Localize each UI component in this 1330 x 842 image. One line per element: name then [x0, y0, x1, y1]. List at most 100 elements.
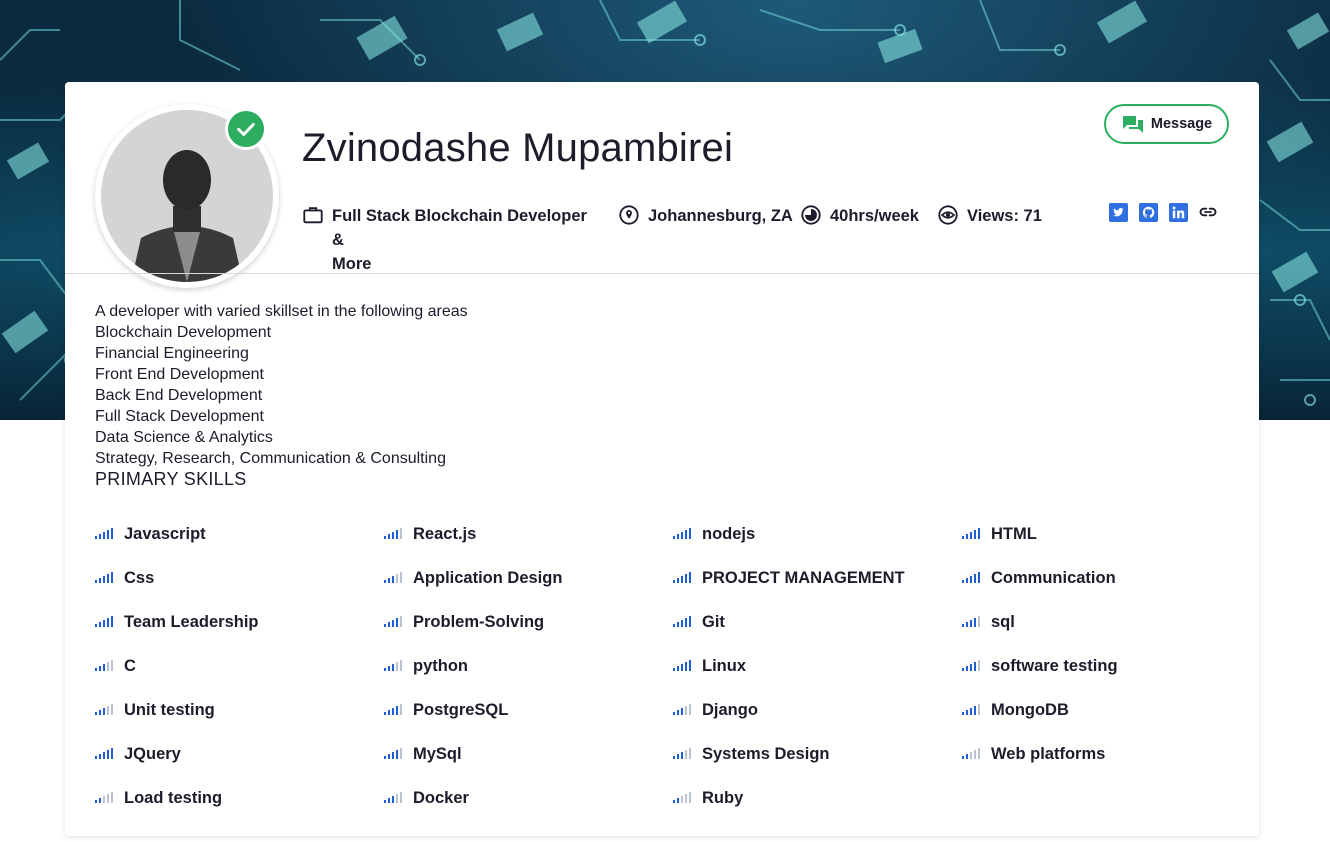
skills-grid: Javascript React.js nodejs HTML Css Applicati…: [95, 512, 1255, 820]
skill-level-icon: [673, 748, 693, 759]
skill-level-icon: [673, 528, 693, 539]
skill-level-icon: [673, 704, 693, 715]
profile-card: Zvinodashe Mupambirei Full Stack Blockch…: [65, 82, 1259, 836]
skill-level-icon: [962, 748, 982, 759]
skill-level-icon: [384, 528, 404, 539]
skills-heading: PRIMARY SKILLS: [95, 469, 247, 489]
bio-line: A developer with varied skillset in the …: [95, 303, 468, 320]
skill-name: HTML: [991, 524, 1037, 543]
skill-name: PROJECT MANAGEMENT: [702, 568, 905, 587]
skill-item: Javascript: [95, 512, 384, 556]
skill-level-icon: [962, 528, 982, 539]
skill-name: Communication: [991, 568, 1116, 587]
twitter-icon[interactable]: [1108, 202, 1128, 222]
availability: 40hrs/week: [800, 204, 919, 228]
job-title-line-2: More: [332, 255, 372, 273]
briefcase-icon: [302, 204, 324, 226]
skill-item: software testing: [962, 644, 1251, 688]
profile-views: Views: 71: [937, 204, 1042, 228]
skill-level-icon: [962, 572, 982, 583]
skill-item: Unit testing: [95, 688, 384, 732]
skill-name: Ruby: [702, 788, 744, 807]
skill-name: Docker: [413, 788, 469, 807]
skill-item: C: [95, 644, 384, 688]
skill-item: Git: [673, 600, 962, 644]
skill-item: Systems Design: [673, 732, 962, 776]
skill-level-icon: [95, 704, 115, 715]
skill-level-icon: [962, 660, 982, 671]
message-button-label: Message: [1150, 116, 1213, 132]
skill-level-icon: [673, 572, 693, 583]
skill-level-icon: [384, 572, 404, 583]
skill-level-icon: [95, 748, 115, 759]
bio: A developer with varied skillset in the …: [95, 301, 795, 469]
skill-name: nodejs: [702, 524, 756, 543]
skill-item: MongoDB: [962, 688, 1251, 732]
skill-name: Web platforms: [991, 744, 1106, 763]
skill-item: Docker: [384, 776, 673, 820]
views-text: Views: 71: [967, 207, 1042, 225]
skill-level-icon: [384, 616, 404, 627]
skill-item: Communication: [962, 556, 1251, 600]
link-icon[interactable]: [1198, 202, 1218, 222]
job-title-line-1: Full Stack Blockchain Developer &: [332, 207, 587, 249]
linkedin-icon[interactable]: [1168, 202, 1188, 222]
skill-name: MongoDB: [991, 700, 1069, 719]
skill-item: python: [384, 644, 673, 688]
skill-level-icon: [673, 660, 693, 671]
skill-name: software testing: [991, 656, 1118, 675]
clock-pie-icon: [800, 204, 822, 226]
github-icon[interactable]: [1138, 202, 1158, 222]
skill-name: MySql: [413, 744, 462, 763]
skill-item: Ruby: [673, 776, 962, 820]
skill-level-icon: [384, 792, 404, 803]
skill-item: Web platforms: [962, 732, 1251, 776]
header-divider: [65, 273, 1259, 274]
skill-name: JQuery: [124, 744, 181, 763]
skill-name: React.js: [413, 524, 477, 543]
availability-text: 40hrs/week: [830, 207, 919, 225]
skill-name: Git: [702, 612, 725, 631]
profile-name: Zvinodashe Mupambirei: [302, 126, 734, 170]
chat-icon: [1121, 113, 1145, 135]
skill-item: PROJECT MANAGEMENT: [673, 556, 962, 600]
skill-level-icon: [384, 704, 404, 715]
skill-item: JQuery: [95, 732, 384, 776]
skill-level-icon: [673, 616, 693, 627]
location: Johannesburg, ZA: [618, 204, 793, 228]
skill-name: sql: [991, 612, 1015, 631]
skill-name: Team Leadership: [124, 612, 259, 631]
skill-item: Team Leadership: [95, 600, 384, 644]
skill-name: PostgreSQL: [413, 700, 509, 719]
skill-level-icon: [384, 748, 404, 759]
eye-icon: [937, 204, 959, 226]
skill-level-icon: [384, 660, 404, 671]
checkmark-icon: [237, 122, 255, 136]
skill-item: nodejs: [673, 512, 962, 556]
skill-name: Css: [124, 568, 155, 587]
skill-item: Linux: [673, 644, 962, 688]
location-text: Johannesburg, ZA: [648, 207, 793, 225]
location-pin-icon: [618, 204, 640, 226]
skill-name: Problem-Solving: [413, 612, 545, 631]
skill-level-icon: [962, 704, 982, 715]
skill-level-icon: [95, 616, 115, 627]
skill-item: Application Design: [384, 556, 673, 600]
verified-badge: [225, 108, 267, 150]
skill-level-icon: [962, 616, 982, 627]
bio-line: Front End Development: [95, 366, 264, 383]
skill-item: Django: [673, 688, 962, 732]
skill-item: Problem-Solving: [384, 600, 673, 644]
avatar-frame: [95, 104, 279, 288]
skill-name: Application Design: [413, 568, 563, 587]
message-button[interactable]: Message: [1104, 104, 1229, 144]
skill-name: Load testing: [124, 788, 223, 807]
bio-line: Blockchain Development: [95, 324, 272, 341]
social-links: [1108, 202, 1218, 222]
bio-line: Data Science & Analytics: [95, 429, 273, 446]
job-title: Full Stack Blockchain Developer & More: [302, 204, 602, 276]
bio-line: Full Stack Development: [95, 408, 264, 425]
skill-level-icon: [95, 528, 115, 539]
skill-name: Linux: [702, 656, 746, 675]
skill-name: Django: [702, 700, 758, 719]
